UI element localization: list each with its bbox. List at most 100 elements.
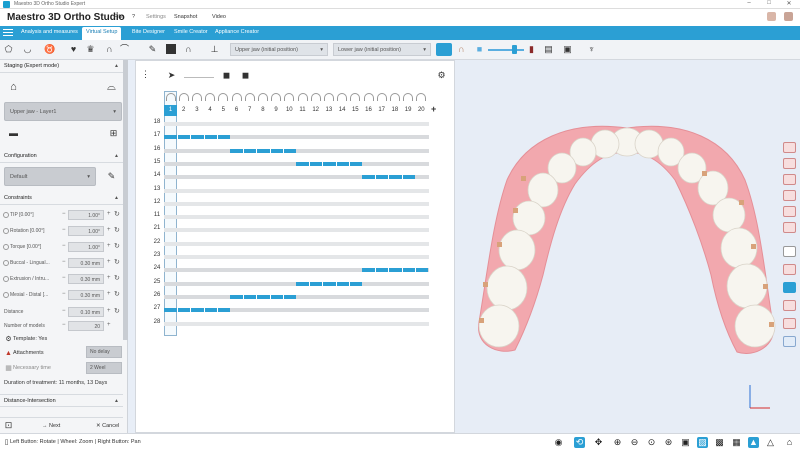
- side-view-icon[interactable]: [783, 300, 796, 311]
- bottom-view-icon[interactable]: [783, 282, 796, 293]
- stage-arch-icon[interactable]: [310, 93, 321, 101]
- increment-button[interactable]: +: [107, 291, 111, 297]
- tooth-movement-track[interactable]: [164, 321, 429, 326]
- stage-arch-icon[interactable]: [284, 93, 295, 101]
- occlusal-view-icon[interactable]: [783, 246, 796, 257]
- stage-number[interactable]: 17: [375, 105, 388, 116]
- stage-number[interactable]: 20: [415, 105, 428, 116]
- stage-number[interactable]: 5: [217, 105, 230, 116]
- copy-stage-icon[interactable]: ◼: [221, 70, 232, 81]
- stage-arch-icon[interactable]: [337, 93, 348, 101]
- movement-segment[interactable]: [230, 294, 296, 299]
- stage-number[interactable]: 10: [283, 105, 296, 116]
- menu-help[interactable]: ?: [132, 14, 135, 20]
- stage-arch-icon[interactable]: [231, 93, 242, 101]
- heart-icon[interactable]: ♥: [68, 44, 79, 55]
- export-icon[interactable]: ⊡: [3, 420, 14, 431]
- stage-number[interactable]: 19: [402, 105, 415, 116]
- menu-snapshot[interactable]: Snapshot: [174, 14, 197, 20]
- tooth-27[interactable]: [486, 265, 528, 311]
- next-button[interactable]: → Next: [42, 423, 60, 429]
- warning-icon[interactable]: ▲: [748, 437, 759, 448]
- crown-icon[interactable]: ♛: [85, 44, 96, 55]
- stage-slider[interactable]: [184, 77, 214, 78]
- layers-icon[interactable]: ▤: [543, 44, 554, 55]
- eye-icon[interactable]: ◉: [553, 437, 564, 448]
- stage-arch-icon[interactable]: [363, 93, 374, 101]
- tooth-movement-track[interactable]: [164, 135, 429, 140]
- front-view-icon[interactable]: [783, 174, 796, 185]
- occlusal-view-button[interactable]: [436, 43, 452, 56]
- top-view-icon[interactable]: [783, 264, 796, 275]
- constraint-value-field[interactable]: 0.30 mm: [68, 274, 104, 284]
- tab-smile-creator[interactable]: Smile Creator: [174, 29, 208, 35]
- reset-icon[interactable]: ↻: [114, 290, 120, 298]
- increment-button[interactable]: +: [107, 211, 111, 217]
- tooth-movement-track[interactable]: [164, 188, 429, 193]
- stage-number[interactable]: 16: [362, 105, 375, 116]
- display-mode-icon[interactable]: ▣: [562, 44, 573, 55]
- grid-view-icon[interactable]: ⊞: [108, 128, 119, 139]
- stage-arch-icon[interactable]: [350, 93, 361, 101]
- tooth-movement-track[interactable]: [164, 161, 429, 166]
- menu-video[interactable]: Video: [212, 14, 226, 20]
- 3d-viewport[interactable]: [455, 60, 800, 433]
- stage-arch-icon[interactable]: [257, 93, 268, 101]
- reset-icon[interactable]: ↻: [114, 242, 120, 250]
- constraints-section-header[interactable]: Constraints ▲: [0, 192, 123, 205]
- increment-button[interactable]: +: [107, 227, 111, 233]
- stage-number[interactable]: 4: [204, 105, 217, 116]
- left-view-icon[interactable]: [783, 206, 796, 217]
- cursor-tool-icon[interactable]: ➤: [166, 70, 177, 81]
- tooth-movement-track[interactable]: [164, 294, 429, 299]
- stage-number[interactable]: 2: [177, 105, 190, 116]
- user-settings-icon[interactable]: [784, 12, 793, 21]
- tab-virtual-setup[interactable]: Virtual Setup: [82, 27, 122, 40]
- left-panel-scrollbar[interactable]: [123, 60, 128, 340]
- attachments-select[interactable]: No delay: [86, 346, 122, 358]
- opacity-slider-knob[interactable]: [512, 45, 517, 54]
- configuration-section-header[interactable]: Configuration ▲: [0, 150, 123, 163]
- decrement-button[interactable]: −: [62, 322, 66, 328]
- screenshot-icon[interactable]: ▣: [680, 437, 691, 448]
- zoom-in-icon[interactable]: ⊕: [612, 437, 623, 448]
- upper-arch-view-icon[interactable]: [783, 142, 796, 153]
- upper-jaw-icon[interactable]: ⌂: [8, 82, 19, 93]
- pen-icon[interactable]: ✎: [147, 44, 158, 55]
- stage-arch-icon[interactable]: [218, 93, 229, 101]
- constraint-value-field[interactable]: 1.00°: [68, 242, 104, 252]
- stage-number[interactable]: 15: [349, 105, 362, 116]
- decrement-button[interactable]: −: [62, 259, 66, 265]
- fit-view-icon[interactable]: ⊛: [663, 437, 674, 448]
- light-icon[interactable]: ♆: [586, 44, 597, 55]
- distance-intersection-section-header[interactable]: Distance-Intersection ▲: [0, 394, 123, 407]
- stage-number[interactable]: 9: [270, 105, 283, 116]
- layer-select[interactable]: Upper jaw - Layer1 ▾: [4, 102, 122, 121]
- tooth-movement-track[interactable]: [164, 148, 429, 153]
- maximize-button[interactable]: □: [762, 0, 776, 6]
- configuration-select[interactable]: Default ▾: [4, 167, 96, 186]
- stage-number[interactable]: 3: [190, 105, 203, 116]
- tooth-icon[interactable]: ♉: [44, 44, 55, 55]
- reset-icon[interactable]: ↻: [114, 307, 120, 315]
- necessary-time-select[interactable]: 2 Weel: [86, 362, 122, 374]
- tab-appliance-creator[interactable]: Appliance Creator: [215, 29, 259, 35]
- constraint-value-field[interactable]: 0.30 mm: [68, 258, 104, 268]
- lower-arch-view-icon[interactable]: [783, 158, 796, 169]
- menu-settings[interactable]: Settings: [146, 14, 166, 20]
- triangle-icon[interactable]: △: [765, 437, 776, 448]
- tooth-18[interactable]: [726, 263, 768, 309]
- reset-icon[interactable]: ↻: [114, 210, 120, 218]
- reset-icon[interactable]: ↻: [114, 258, 120, 266]
- move-mode-icon[interactable]: ✥: [593, 437, 604, 448]
- decrement-button[interactable]: −: [62, 243, 66, 249]
- stage-number[interactable]: 7: [243, 105, 256, 116]
- arch-wire-icon[interactable]: ⌒: [119, 44, 130, 55]
- tooth-movement-track[interactable]: [164, 228, 429, 233]
- gingiva-icon[interactable]: ∩: [456, 44, 467, 55]
- stage-number[interactable]: 8: [256, 105, 269, 116]
- add-stage-button[interactable]: +: [431, 104, 436, 114]
- movement-segment[interactable]: [296, 161, 362, 166]
- edit-configuration-icon[interactable]: ✎: [106, 171, 117, 182]
- distance-field[interactable]: 0.10 mm: [68, 307, 104, 317]
